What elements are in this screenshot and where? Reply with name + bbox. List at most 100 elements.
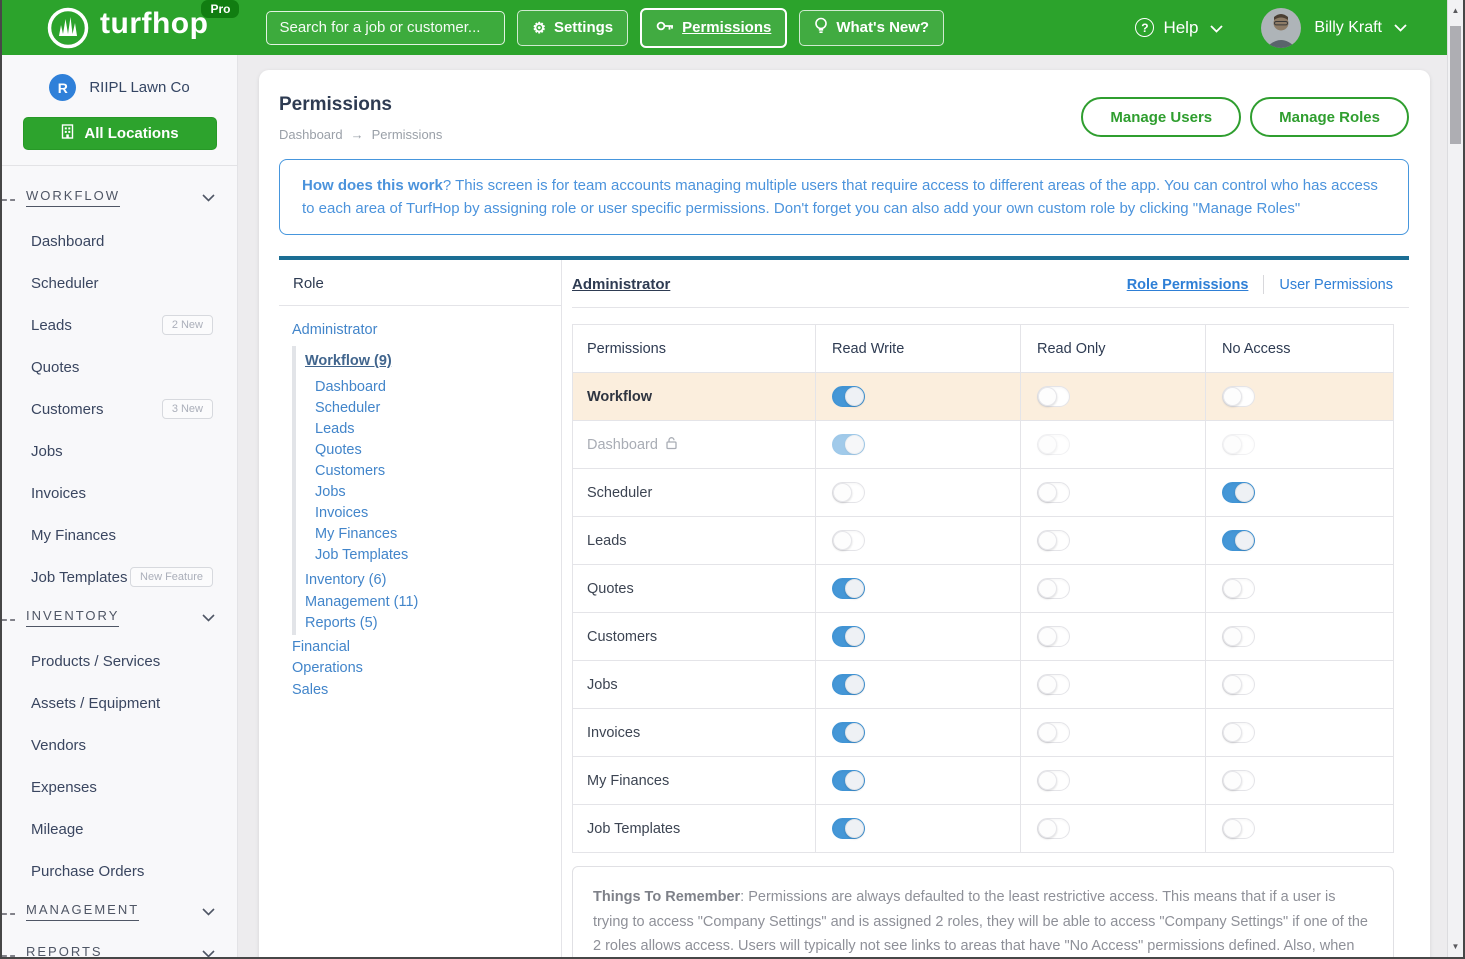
read-write-toggle[interactable] bbox=[832, 386, 865, 407]
tree-role-financial[interactable]: Financial bbox=[292, 637, 553, 659]
read-only-toggle[interactable] bbox=[1037, 530, 1070, 551]
tree-item-scheduler[interactable]: Scheduler bbox=[315, 398, 553, 419]
tab-role-permissions[interactable]: Role Permissions bbox=[1127, 277, 1249, 293]
read-only-toggle[interactable] bbox=[1037, 482, 1070, 503]
tree-role-operations[interactable]: Operations bbox=[292, 658, 553, 680]
sidebar-item-scheduler[interactable]: Scheduler bbox=[2, 262, 237, 304]
lock-icon bbox=[665, 436, 678, 454]
tree-role-sales[interactable]: Sales bbox=[292, 680, 553, 702]
no-access-toggle[interactable] bbox=[1222, 578, 1255, 599]
read-only-toggle[interactable] bbox=[1037, 770, 1070, 791]
company-row[interactable]: R RIIPL Lawn Co bbox=[18, 74, 221, 101]
breadcrumb-dashboard[interactable]: Dashboard bbox=[279, 127, 343, 142]
tree-item-customers[interactable]: Customers bbox=[315, 461, 553, 482]
chevron-down-icon[interactable] bbox=[1394, 19, 1407, 37]
things-to-remember-note: Things To Remember: Permissions are alwa… bbox=[572, 866, 1394, 957]
no-access-toggle[interactable] bbox=[1222, 722, 1255, 743]
no-access-toggle[interactable] bbox=[1222, 674, 1255, 695]
sidebar-item-dashboard[interactable]: Dashboard bbox=[2, 220, 237, 262]
read-write-toggle[interactable] bbox=[832, 674, 865, 695]
toggle-knob bbox=[1038, 387, 1057, 406]
read-only-toggle[interactable] bbox=[1037, 818, 1070, 839]
toggle-knob bbox=[1038, 531, 1057, 550]
sidebar-item-vendors[interactable]: Vendors bbox=[2, 724, 237, 766]
manage-users-button[interactable]: Manage Users bbox=[1081, 97, 1241, 137]
selected-role-title[interactable]: Administrator bbox=[572, 276, 670, 293]
sidebar-section-reports[interactable]: REPORTS bbox=[2, 934, 237, 957]
search-input[interactable] bbox=[266, 11, 505, 45]
tree-group-inventory[interactable]: Inventory (6) bbox=[305, 570, 553, 592]
window-scrollbar[interactable]: ▲ ▼ bbox=[1447, 0, 1463, 957]
all-locations-label: All Locations bbox=[84, 125, 178, 142]
sidebar-item-expenses[interactable]: Expenses bbox=[2, 766, 237, 808]
read-write-toggle[interactable] bbox=[832, 626, 865, 647]
read-only-toggle[interactable] bbox=[1037, 626, 1070, 647]
no-access-toggle[interactable] bbox=[1222, 818, 1255, 839]
no-access-toggle[interactable] bbox=[1222, 530, 1255, 551]
scrollbar-thumb[interactable] bbox=[1450, 26, 1461, 144]
col-no-access: No Access bbox=[1205, 325, 1393, 372]
read-write-toggle[interactable] bbox=[832, 530, 865, 551]
whats-new-button[interactable]: What's New? bbox=[799, 10, 944, 46]
item-label: Expenses bbox=[31, 779, 97, 796]
sidebar-section-management[interactable]: MANAGEMENT bbox=[2, 892, 237, 930]
sidebar-item-assets-equipment[interactable]: Assets / Equipment bbox=[2, 682, 237, 724]
help-menu[interactable]: ? Help bbox=[1135, 18, 1223, 38]
sidebar-section-workflow[interactable]: WORKFLOW bbox=[2, 178, 237, 216]
toggle-knob bbox=[845, 435, 864, 454]
permissions-label: Permissions bbox=[682, 19, 771, 36]
sidebar-item-my-finances[interactable]: My Finances bbox=[2, 514, 237, 556]
read-write-toggle[interactable] bbox=[832, 770, 865, 791]
permissions-button[interactable]: Permissions bbox=[640, 8, 787, 48]
sidebar-item-customers[interactable]: Customers3 New bbox=[2, 388, 237, 430]
tree-item-invoices[interactable]: Invoices bbox=[315, 503, 553, 524]
tree-group-management[interactable]: Management (11) bbox=[305, 592, 553, 614]
sidebar-item-quotes[interactable]: Quotes bbox=[2, 346, 237, 388]
sidebar-item-mileage[interactable]: Mileage bbox=[2, 808, 237, 850]
read-only-toggle[interactable] bbox=[1037, 386, 1070, 407]
read-write-toggle[interactable] bbox=[832, 818, 865, 839]
no-access-toggle[interactable] bbox=[1222, 626, 1255, 647]
read-write-toggle[interactable] bbox=[832, 578, 865, 599]
brand-logo[interactable]: turfhop Pro bbox=[46, 1, 246, 55]
tree-item-dashboard[interactable]: Dashboard bbox=[315, 377, 553, 398]
sidebar-item-purchase-orders[interactable]: Purchase Orders bbox=[2, 850, 237, 892]
role-panel-header: Role bbox=[279, 260, 561, 306]
tree-group-workflow[interactable]: Workflow (9) bbox=[305, 350, 392, 372]
no-access-toggle[interactable] bbox=[1222, 770, 1255, 791]
section-label: INVENTORY bbox=[26, 608, 119, 627]
sidebar-item-job-templates[interactable]: Job TemplatesNew Feature bbox=[2, 556, 237, 598]
user-avatar[interactable] bbox=[1261, 8, 1301, 48]
tab-user-permissions[interactable]: User Permissions bbox=[1279, 277, 1393, 293]
settings-button[interactable]: ⚙ Settings bbox=[517, 10, 628, 46]
info-banner: How does this work? This screen is for t… bbox=[279, 159, 1409, 235]
no-access-toggle[interactable] bbox=[1222, 386, 1255, 407]
sidebar-item-products-services[interactable]: Products / Services bbox=[2, 640, 237, 682]
tree-item-quotes[interactable]: Quotes bbox=[315, 440, 553, 461]
tree-role-administrator[interactable]: Administrator bbox=[292, 320, 553, 341]
scroll-up-arrow[interactable]: ▲ bbox=[1448, 6, 1463, 15]
read-only-toggle[interactable] bbox=[1037, 674, 1070, 695]
read-only-toggle[interactable] bbox=[1037, 722, 1070, 743]
read-only-toggle[interactable] bbox=[1037, 578, 1070, 599]
tree-item-job-templates[interactable]: Job Templates bbox=[315, 545, 553, 566]
breadcrumb-permissions: Permissions bbox=[372, 127, 443, 142]
manage-roles-button[interactable]: Manage Roles bbox=[1250, 97, 1409, 137]
user-name[interactable]: Billy Kraft bbox=[1314, 19, 1382, 37]
tree-item-leads[interactable]: Leads bbox=[315, 419, 553, 440]
breadcrumb: Dashboard → Permissions bbox=[279, 127, 442, 142]
tree-item-jobs[interactable]: Jobs bbox=[315, 482, 553, 503]
sidebar-item-leads[interactable]: Leads2 New bbox=[2, 304, 237, 346]
read-write-toggle[interactable] bbox=[832, 722, 865, 743]
sidebar-item-jobs[interactable]: Jobs bbox=[2, 430, 237, 472]
section-label: MANAGEMENT bbox=[26, 902, 139, 921]
all-locations-button[interactable]: All Locations bbox=[23, 117, 217, 150]
sidebar-item-invoices[interactable]: Invoices bbox=[2, 472, 237, 514]
sidebar-section-inventory[interactable]: INVENTORY bbox=[2, 598, 237, 636]
read-write-toggle[interactable] bbox=[832, 482, 865, 503]
tree-group-reports[interactable]: Reports (5) bbox=[305, 613, 553, 635]
item-label: Products / Services bbox=[31, 653, 160, 670]
tree-item-my-finances[interactable]: My Finances bbox=[315, 524, 553, 545]
scroll-down-arrow[interactable]: ▼ bbox=[1448, 942, 1463, 951]
no-access-toggle[interactable] bbox=[1222, 482, 1255, 503]
